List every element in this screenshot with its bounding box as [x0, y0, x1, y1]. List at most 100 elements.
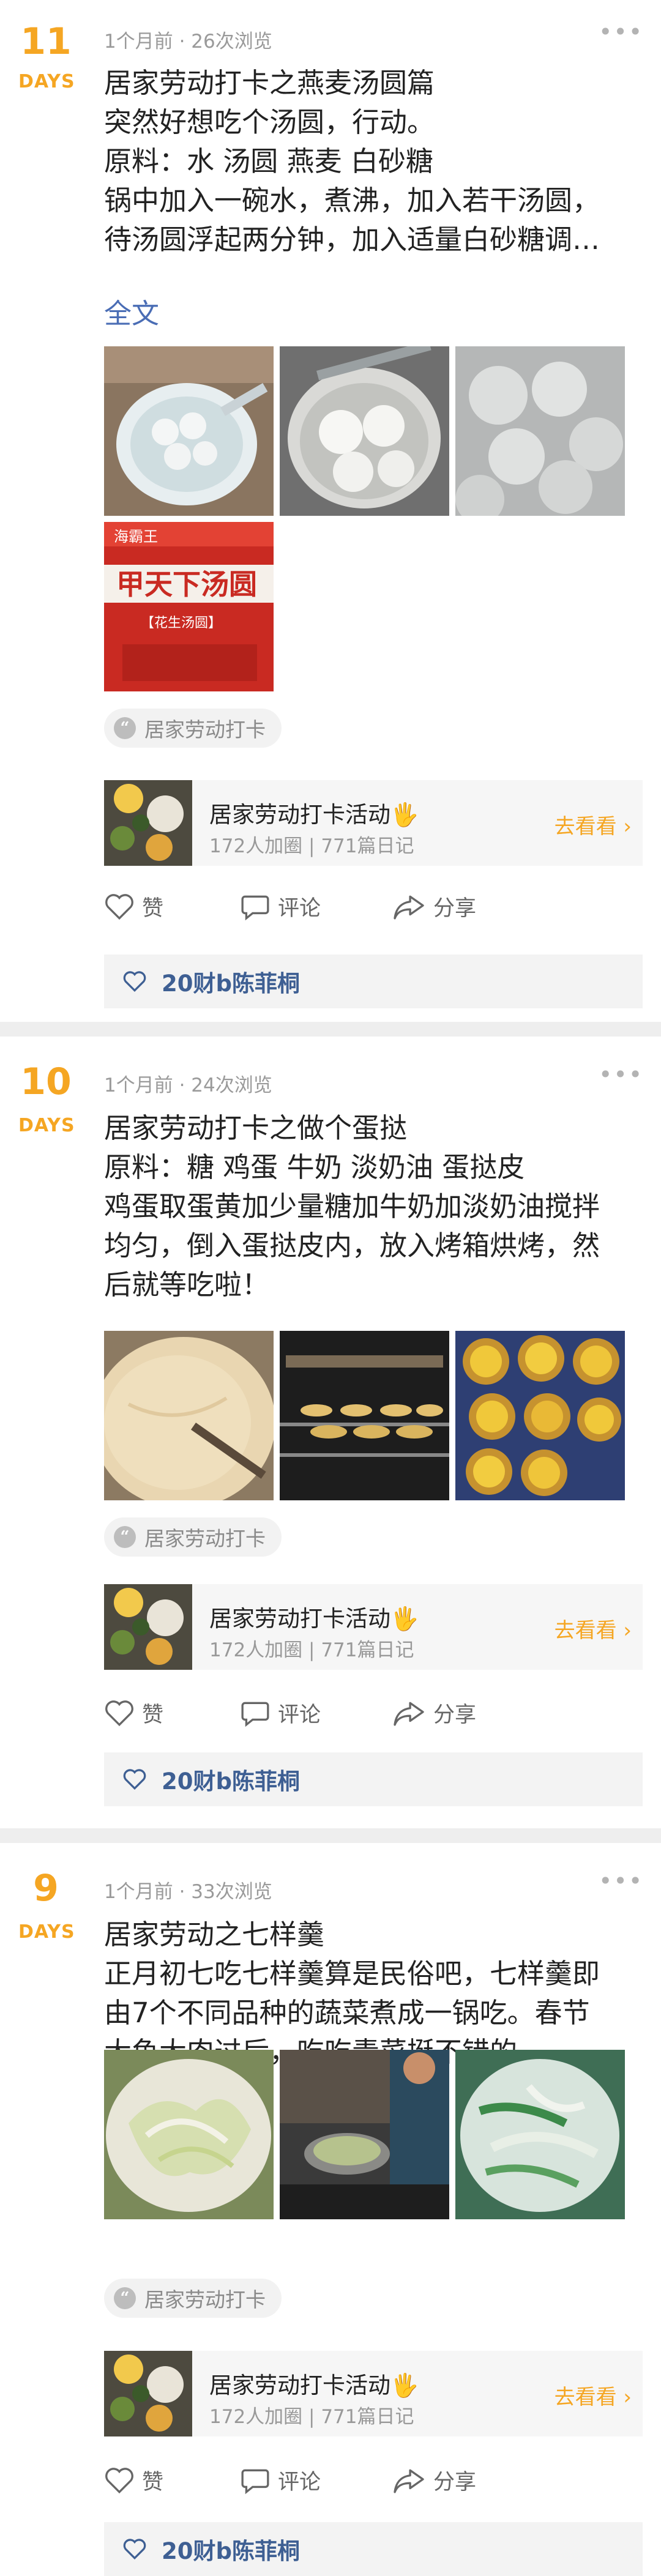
- go-see-label: 去看看: [554, 2385, 617, 2410]
- topic-tag-label: 居家劳动打卡: [144, 2288, 266, 2312]
- activity-card[interactable]: 居家劳动打卡活动🖐 172人加圈 | 771篇日记 去看看 ›: [104, 2351, 643, 2436]
- more-options-icon[interactable]: •••: [599, 1867, 643, 1894]
- quote-icon: “: [114, 717, 136, 739]
- post-text-line: 待汤圆浮起两分钟，加入适量白砂糖调…: [104, 223, 600, 256]
- post-text-line: 居家劳动打卡之做个蛋挞: [104, 1112, 408, 1144]
- diary-post: 10 DAYS 1个月前 · 24次浏览 ••• 居家劳动打卡之做个蛋挞 原料：…: [0, 1037, 661, 1814]
- post-divider: [0, 1828, 661, 1843]
- egg-custard-mixing-photo[interactable]: [104, 1331, 274, 1500]
- diary-post: 9 DAYS 1个月前 · 33次浏览 ••• 居家劳动之七样羹 正月初七吃七样…: [0, 1843, 661, 2576]
- share-label: 分享: [433, 2470, 477, 2495]
- share-icon: [394, 2469, 424, 2493]
- post-text-line: 突然好想吃个汤圆，行动。: [104, 106, 435, 138]
- topic-tag[interactable]: “ 居家劳动打卡: [104, 709, 282, 748]
- post-text-line: 正月初七吃七样羹算是民俗吧，七样羹即: [104, 1957, 600, 1990]
- action-bar: 赞 评论 分享: [104, 891, 643, 928]
- heart-icon: [105, 1700, 133, 1726]
- chevron-right-icon: ›: [623, 2385, 632, 2410]
- heart-icon: [105, 893, 133, 920]
- tangyuan-in-water-photo[interactable]: [455, 346, 625, 516]
- post-text-line: 后就等吃啦！: [104, 1268, 270, 1301]
- heart-icon: [123, 1769, 146, 1790]
- quote-icon: “: [114, 2287, 136, 2309]
- activity-stats: 172人加圈 | 771篇日记: [209, 835, 414, 857]
- topic-tag[interactable]: “ 居家劳动打卡: [104, 1517, 282, 1557]
- share-button[interactable]: 分享: [392, 891, 476, 922]
- likes-bar[interactable]: 20财b陈菲桐: [104, 1752, 643, 1806]
- share-button[interactable]: 分享: [392, 2465, 476, 2496]
- tangyuan-in-bowl-photo[interactable]: [280, 346, 449, 516]
- comment-button[interactable]: 评论: [240, 891, 321, 922]
- like-button[interactable]: 赞: [104, 1697, 163, 1729]
- post-body[interactable]: 居家劳动之七样羹 正月初七吃七样羹算是民俗吧，七样羹即 由7个不同品种的蔬菜煮成…: [104, 1915, 643, 2072]
- day-label: DAYS: [18, 1115, 75, 1136]
- cabbage-plate-photo[interactable]: [104, 2050, 274, 2219]
- post-divider: [0, 1022, 661, 1037]
- day-number: 10: [20, 1060, 72, 1103]
- full-text-link[interactable]: 全文: [104, 291, 159, 331]
- likes-bar[interactable]: 20财b陈菲桐: [104, 2522, 643, 2576]
- likes-bar[interactable]: 20财b陈菲桐: [104, 955, 643, 1008]
- chevron-right-icon: ›: [623, 814, 632, 839]
- package-brand: 海霸王: [114, 528, 158, 545]
- like-button[interactable]: 赞: [104, 2465, 163, 2496]
- post-meta: 1个月前 · 33次浏览: [104, 1881, 272, 1903]
- comment-label: 评论: [278, 2470, 321, 2495]
- heart-icon: [105, 2467, 133, 2493]
- like-label: 赞: [142, 896, 164, 921]
- activity-title: 居家劳动打卡活动🖐: [209, 802, 419, 828]
- post-text-line: 由7个不同品种的蔬菜煮成一锅吃。春节: [104, 1997, 590, 2029]
- stove-cooking-photo[interactable]: [280, 2050, 449, 2219]
- go-see-button[interactable]: 去看看 ›: [555, 1614, 632, 1644]
- oven-tarts-photo[interactable]: [280, 1331, 449, 1500]
- topic-tag[interactable]: “ 居家劳动打卡: [104, 2279, 282, 2318]
- post-text-line: 锅中加入一碗水，煮沸，加入若干汤圆，: [104, 184, 600, 217]
- activity-card[interactable]: 居家劳动打卡活动🖐 172人加圈 | 771篇日记 去看看 ›: [104, 1584, 643, 1670]
- like-label: 赞: [142, 2470, 164, 2495]
- activity-title: 居家劳动打卡活动🖐: [209, 1606, 419, 1632]
- baked-egg-tarts-photo[interactable]: [455, 1331, 625, 1500]
- more-options-icon[interactable]: •••: [599, 18, 643, 45]
- go-see-button[interactable]: 去看看 ›: [555, 810, 632, 839]
- activity-thumbnail: [104, 1584, 192, 1670]
- comment-button[interactable]: 评论: [240, 1697, 321, 1729]
- quote-icon: “: [114, 1526, 136, 1548]
- share-button[interactable]: 分享: [392, 1697, 476, 1729]
- post-text-line: 鸡蛋取蛋黄加少量糖加牛奶加淡奶油搅拌: [104, 1190, 600, 1223]
- bowl-of-tangyuan-photo[interactable]: [104, 346, 274, 516]
- post-text-line: 均匀，倒入蛋挞皮内，放入烤箱烘烤，然: [104, 1229, 600, 1262]
- vegetable-soup-photo[interactable]: [455, 2050, 625, 2219]
- chevron-right-icon: ›: [623, 1618, 632, 1643]
- share-icon: [394, 1702, 424, 1725]
- go-see-label: 去看看: [554, 814, 617, 839]
- topic-tag-label: 居家劳动打卡: [144, 1527, 266, 1550]
- post-text-line: 原料：水 汤圆 燕麦 白砂糖: [104, 145, 433, 177]
- more-options-icon[interactable]: •••: [599, 1061, 643, 1088]
- day-label: DAYS: [18, 1921, 75, 1943]
- package-subtext: 【花生汤圆】: [141, 616, 222, 631]
- post-text-line: 居家劳动打卡之燕麦汤圆篇: [104, 67, 435, 99]
- liked-by-text[interactable]: 20财b陈菲桐: [162, 2533, 300, 2566]
- action-bar: 赞 评论 分享: [104, 2465, 643, 2501]
- activity-card[interactable]: 居家劳动打卡活动🖐 172人加圈 | 771篇日记 去看看 ›: [104, 780, 643, 866]
- post-body[interactable]: 居家劳动打卡之燕麦汤圆篇 突然好想吃个汤圆，行动。 原料：水 汤圆 燕麦 白砂糖…: [104, 64, 643, 259]
- tangyuan-package-photo[interactable]: 海霸王 甲天下汤圆 【花生汤圆】: [104, 522, 274, 691]
- post-body[interactable]: 居家劳动打卡之做个蛋挞 原料：糖 鸡蛋 牛奶 淡奶油 蛋挞皮 鸡蛋取蛋黄加少量糖…: [104, 1109, 643, 1305]
- go-see-button[interactable]: 去看看 ›: [555, 2380, 632, 2410]
- activity-thumbnail: [104, 2351, 192, 2436]
- activity-stats: 172人加圈 | 771篇日记: [209, 1639, 414, 1661]
- post-text-line: 居家劳动之七样羹: [104, 1918, 325, 1951]
- diary-post: 11 DAYS 1个月前 · 26次浏览 ••• 居家劳动打卡之燕麦汤圆篇 突然…: [0, 0, 661, 1034]
- comment-button[interactable]: 评论: [240, 2465, 321, 2496]
- comment-icon: [241, 1702, 269, 1727]
- like-button[interactable]: 赞: [104, 891, 163, 922]
- package-text: 甲天下汤圆: [116, 568, 257, 601]
- action-bar: 赞 评论 分享: [104, 1697, 643, 1734]
- liked-by-text[interactable]: 20财b陈菲桐: [162, 965, 300, 998]
- liked-by-text[interactable]: 20财b陈菲桐: [162, 1763, 300, 1796]
- comment-icon: [241, 2469, 269, 2494]
- share-icon: [394, 895, 424, 919]
- comment-label: 评论: [278, 896, 321, 921]
- day-number: 9: [33, 1867, 59, 1910]
- post-meta: 1个月前 · 26次浏览: [104, 31, 272, 53]
